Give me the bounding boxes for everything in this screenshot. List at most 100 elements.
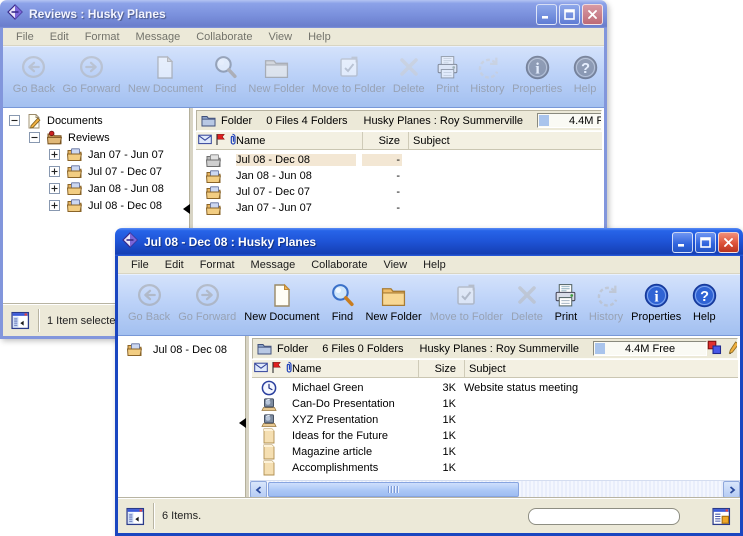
toolbar: Go Back Go Forward New DocumentFindNew Fol… bbox=[3, 46, 604, 108]
tree-item-jul-08-dec-08[interactable]: Jul 08 - Dec 08 bbox=[3, 197, 189, 214]
collapse-icon[interactable] bbox=[29, 132, 40, 143]
list-item-jan-08-jun-08[interactable]: Jan 08 - Jun 08- bbox=[196, 168, 602, 184]
toolbar-button-label: Delete bbox=[393, 83, 425, 95]
toolbar-move-to-folder-button[interactable]: Move to Folder bbox=[308, 51, 389, 96]
edit-pencil-icon[interactable] bbox=[728, 340, 738, 358]
toolbar-properties-button[interactable]: iProperties bbox=[508, 51, 566, 96]
list-item-can-do-presentation[interactable]: Can-Do Presentation1K bbox=[252, 396, 738, 412]
envelope-column-icon[interactable] bbox=[254, 362, 268, 376]
close-button[interactable] bbox=[582, 4, 603, 25]
toolbar-button-label: Go Forward bbox=[62, 83, 120, 95]
toolbar-history-button[interactable]: History bbox=[585, 279, 627, 324]
menu-collaborate[interactable]: Collaborate bbox=[304, 258, 374, 272]
scrollbar-thumb[interactable] bbox=[268, 482, 519, 497]
tree-item-jul-07-dec-07[interactable]: Jul 07 - Dec 07 bbox=[3, 163, 189, 180]
toolbar-go-back-button[interactable]: Go Back bbox=[124, 279, 174, 324]
list-item-magazine-article[interactable]: Magazine article1K bbox=[252, 444, 738, 460]
menu-view[interactable]: View bbox=[376, 258, 414, 272]
expand-icon[interactable] bbox=[49, 200, 60, 211]
item-size: - bbox=[362, 154, 402, 166]
close-button[interactable] bbox=[718, 232, 739, 253]
menu-format[interactable]: Format bbox=[193, 258, 242, 272]
menu-edit[interactable]: Edit bbox=[158, 258, 191, 272]
minimize-button[interactable] bbox=[536, 4, 557, 25]
toolbar-new-folder-button[interactable]: New Folder bbox=[245, 51, 309, 96]
menu-message[interactable]: Message bbox=[129, 30, 188, 44]
menu-collaborate[interactable]: Collaborate bbox=[189, 30, 259, 44]
toolbar-button-label: Go Back bbox=[13, 83, 55, 95]
view-layers-icon[interactable] bbox=[707, 340, 722, 358]
tree-item-reviews[interactable]: Reviews bbox=[3, 129, 189, 146]
item-size: - bbox=[362, 202, 402, 214]
list-item-jan-07-jun-07[interactable]: Jan 07 - Jun 07- bbox=[196, 200, 602, 216]
scroll-right-button[interactable] bbox=[723, 481, 740, 498]
toolbar-new-document-button[interactable]: New Document bbox=[240, 279, 323, 324]
expand-icon[interactable] bbox=[49, 149, 60, 160]
tree-item-jan-07-jun-07[interactable]: Jan 07 - Jun 07 bbox=[3, 146, 189, 163]
column-header-name[interactable]: Name bbox=[236, 135, 356, 147]
menu-format[interactable]: Format bbox=[78, 30, 127, 44]
toolbar-delete-button[interactable]: Delete bbox=[389, 51, 428, 96]
toolbar-find-button[interactable]: Find bbox=[323, 279, 361, 324]
flag-column-icon[interactable] bbox=[271, 361, 281, 377]
expand-icon[interactable] bbox=[49, 183, 60, 194]
column-header-subject[interactable]: Subject bbox=[408, 132, 602, 149]
list-item-jul-07-dec-07[interactable]: Jul 07 - Dec 07- bbox=[196, 184, 602, 200]
splitter-collapse-icon[interactable] bbox=[239, 418, 246, 428]
tree-item-jan-08-jun-08[interactable]: Jan 08 - Jun 08 bbox=[3, 180, 189, 197]
splitter-collapse-icon[interactable] bbox=[183, 204, 190, 214]
toolbar-go-forward-button[interactable]: Go Forward bbox=[59, 51, 124, 96]
menu-message[interactable]: Message bbox=[244, 258, 303, 272]
pane-toggle-icon[interactable] bbox=[11, 311, 30, 330]
toolbar-new-document-button[interactable]: New Document bbox=[124, 51, 206, 96]
toolbar-new-folder-button[interactable]: New Folder bbox=[361, 279, 425, 324]
item-name: XYZ Presentation bbox=[292, 414, 412, 426]
collapse-icon[interactable] bbox=[9, 115, 20, 126]
scroll-left-button[interactable] bbox=[250, 481, 267, 498]
list-item-accomplishments[interactable]: Accomplishments1K bbox=[252, 460, 738, 476]
tree-item-documents[interactable]: Documents bbox=[3, 112, 189, 129]
list-item-michael-green[interactable]: Michael Green3KWebsite status meeting bbox=[252, 380, 738, 396]
toolbar-move-to-folder-button[interactable]: Move to Folder bbox=[426, 279, 507, 324]
scrollbar-track[interactable] bbox=[267, 481, 723, 498]
toolbar-go-back-button[interactable]: Go Back bbox=[9, 51, 59, 96]
column-header-name[interactable]: Name bbox=[292, 363, 412, 375]
horizontal-scrollbar[interactable] bbox=[250, 480, 740, 498]
menu-view[interactable]: View bbox=[261, 30, 299, 44]
title-bar[interactable]: Reviews : Husky Planes bbox=[0, 0, 607, 28]
pane-splitter[interactable] bbox=[245, 336, 250, 498]
toolbar-properties-button[interactable]: iProperties bbox=[627, 279, 685, 324]
toolbar-button-label: New Folder bbox=[248, 83, 304, 95]
flag-column-icon[interactable] bbox=[215, 133, 225, 149]
envelope-column-icon[interactable] bbox=[198, 134, 212, 148]
pane-toggle-icon[interactable] bbox=[126, 507, 145, 526]
list-item-xyz-presentation[interactable]: XYZ Presentation1K bbox=[252, 412, 738, 428]
toolbar-button-label: Move to Folder bbox=[430, 311, 503, 323]
list-item-jul-08-dec-08[interactable]: Jul 08 - Dec 08- bbox=[196, 152, 602, 168]
toolbar-go-forward-button[interactable]: Go Forward bbox=[174, 279, 240, 324]
menu-help[interactable]: Help bbox=[416, 258, 453, 272]
maximize-button[interactable] bbox=[695, 232, 716, 253]
column-header-subject[interactable]: Subject bbox=[464, 360, 738, 377]
minimize-button[interactable] bbox=[672, 232, 693, 253]
toolbar-delete-button[interactable]: Delete bbox=[507, 279, 547, 324]
toolbar-history-button[interactable]: History bbox=[466, 51, 508, 96]
toolbar-button-label: History bbox=[589, 311, 623, 323]
expand-icon[interactable] bbox=[49, 166, 60, 177]
view-options-icon[interactable] bbox=[712, 507, 731, 526]
toolbar-help-button[interactable]: ?Help bbox=[566, 51, 604, 96]
toolbar-find-button[interactable]: Find bbox=[207, 51, 245, 96]
list-item-ideas-for-the-future[interactable]: Ideas for the Future1K bbox=[252, 428, 738, 444]
sidebar-item-jul08-dec08[interactable]: Jul 08 - Dec 08 bbox=[118, 336, 245, 357]
toolbar-print-button[interactable]: Print bbox=[428, 51, 466, 96]
menu-edit[interactable]: Edit bbox=[43, 30, 76, 44]
toolbar-help-button[interactable]: ?Help bbox=[685, 279, 723, 324]
column-header-size[interactable]: Size bbox=[418, 360, 458, 377]
menu-file[interactable]: File bbox=[9, 30, 41, 44]
menu-help[interactable]: Help bbox=[301, 30, 338, 44]
toolbar-print-button[interactable]: Print bbox=[547, 279, 585, 324]
maximize-button[interactable] bbox=[559, 4, 580, 25]
menu-file[interactable]: File bbox=[124, 258, 156, 272]
title-bar[interactable]: Jul 08 - Dec 08 : Husky Planes bbox=[115, 228, 743, 256]
column-header-size[interactable]: Size bbox=[362, 132, 402, 149]
